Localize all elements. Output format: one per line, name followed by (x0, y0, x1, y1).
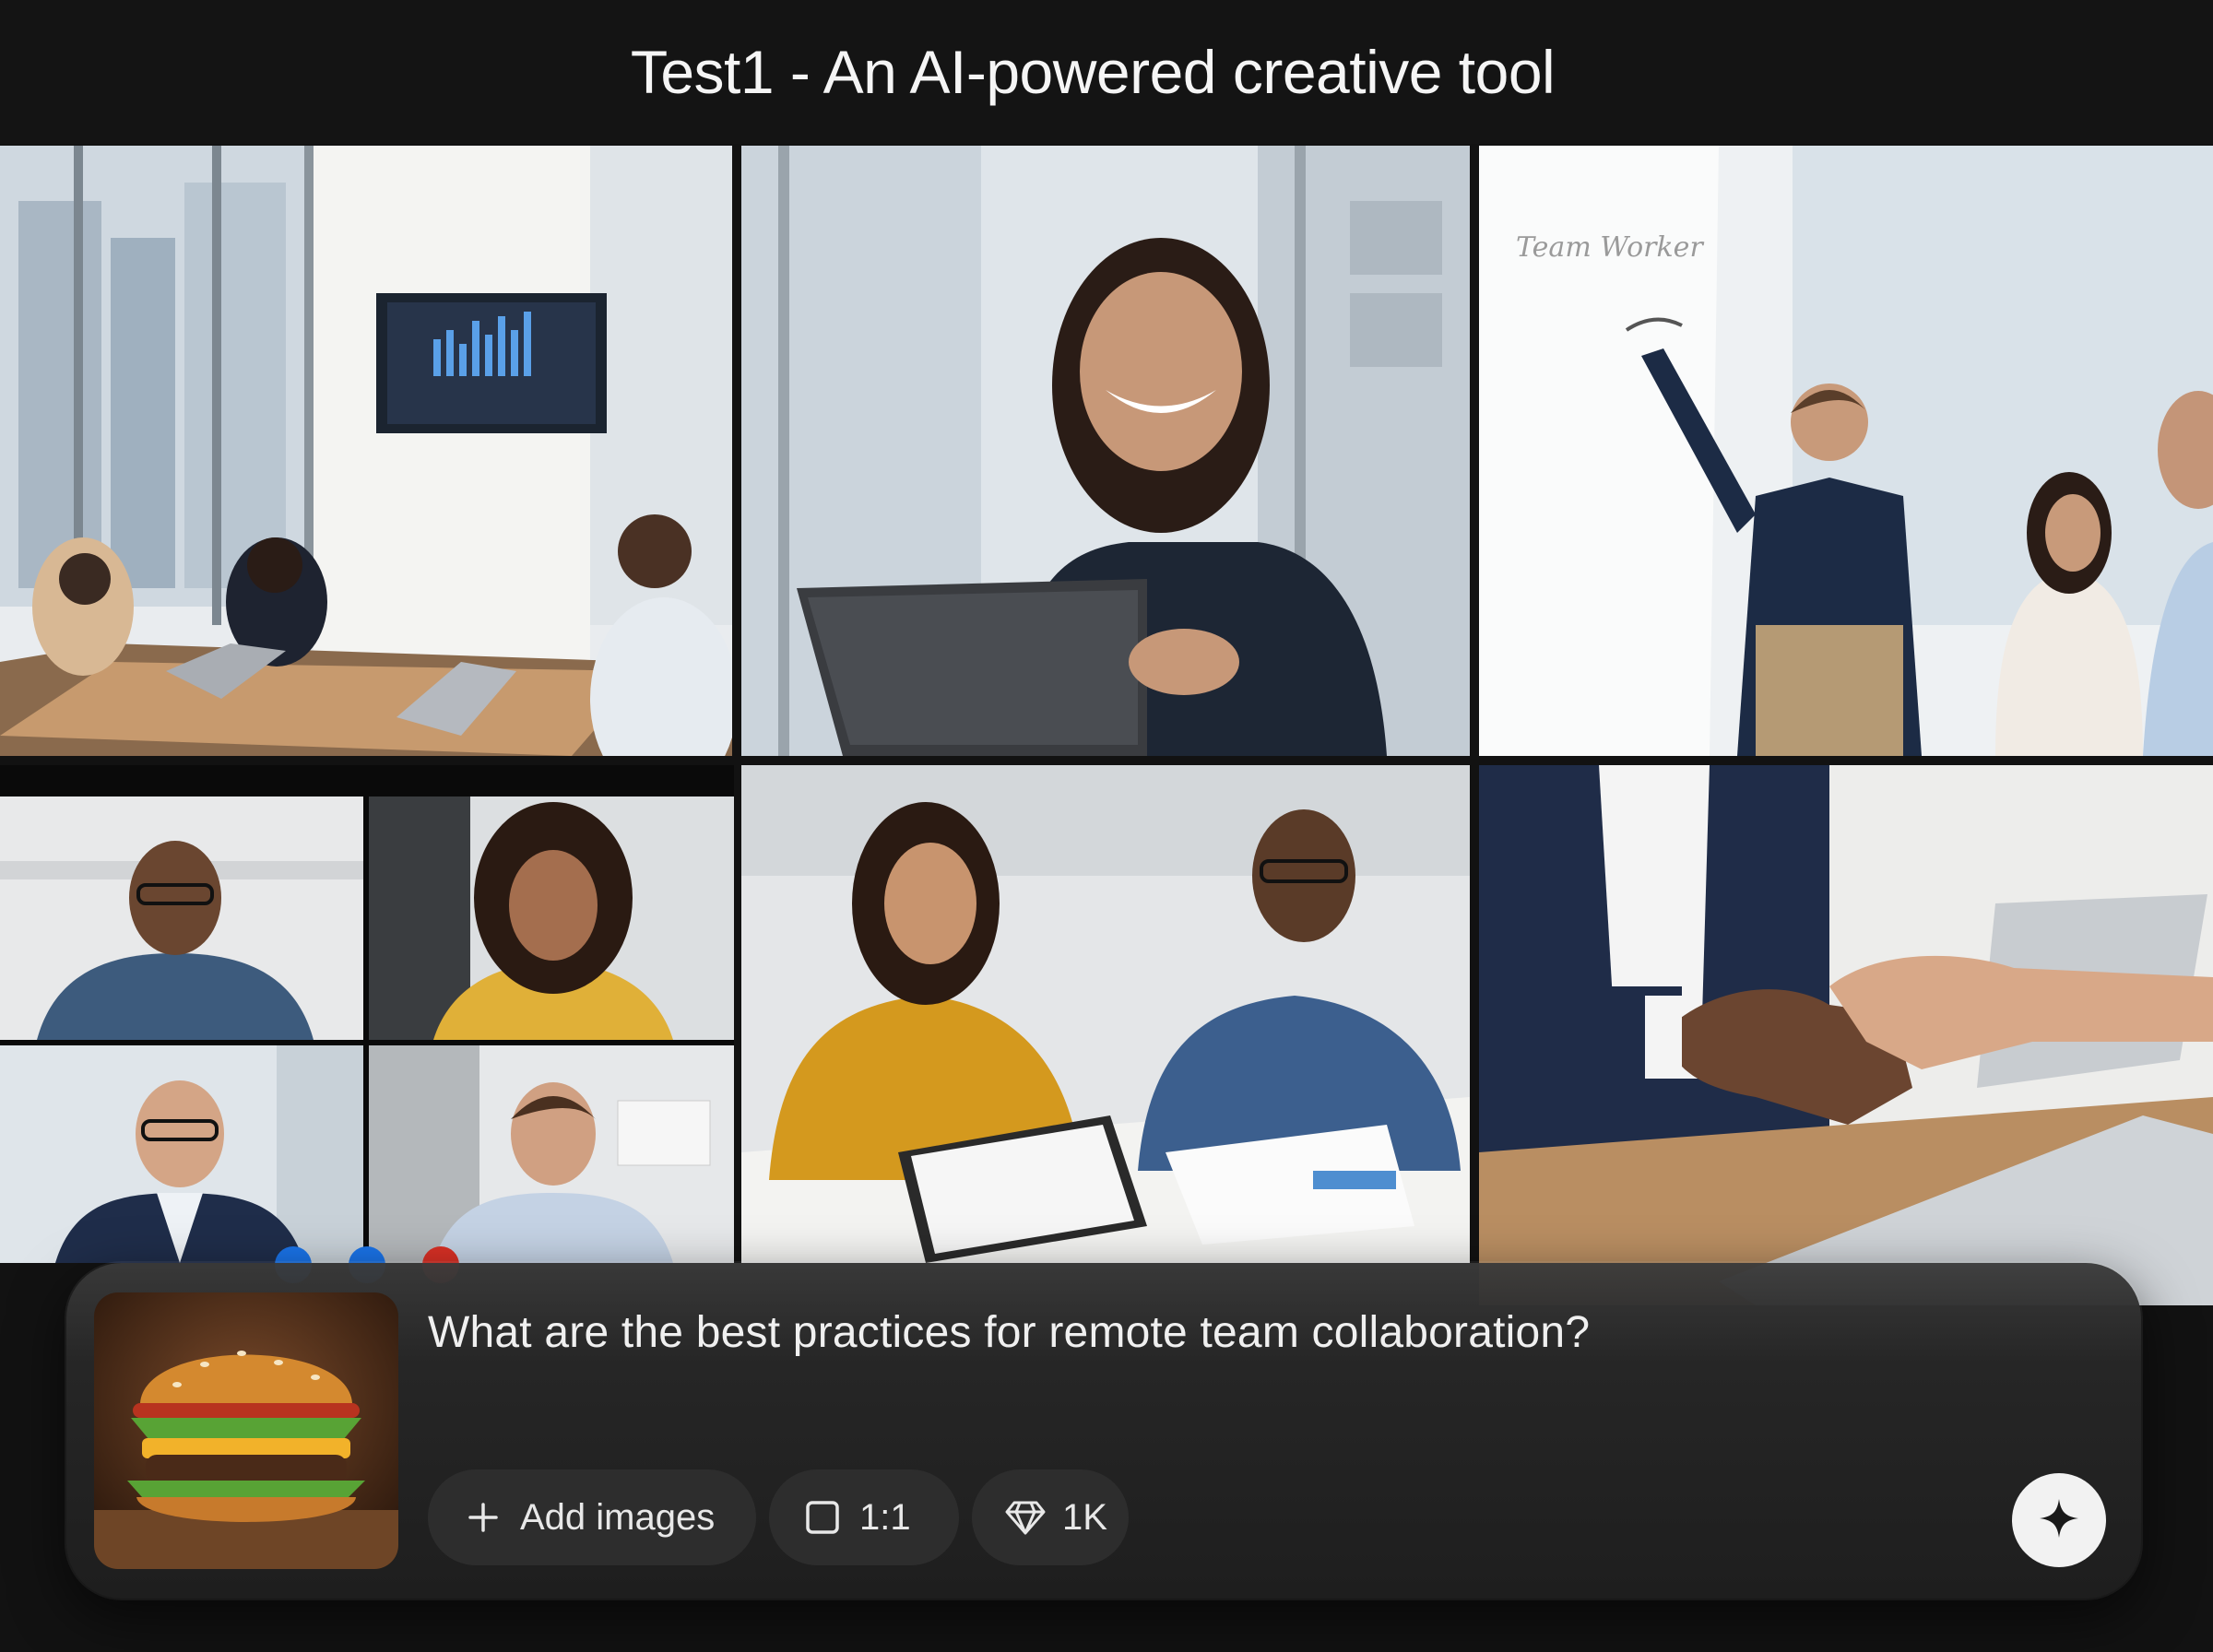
app-title: Test1 - An AI-powered creative tool (630, 38, 1556, 106)
video-participant (0, 796, 363, 1040)
aspect-ratio-button[interactable]: 1:1 (769, 1469, 959, 1565)
gallery-image-handshake[interactable] (1479, 765, 2213, 1305)
prompt-input[interactable]: What are the best practices for remote t… (428, 1307, 1995, 1358)
gallery-image-woman-with-tablet[interactable] (741, 146, 1470, 756)
quality-label: 1K (1062, 1496, 1107, 1538)
gallery-image-office-meeting[interactable] (0, 146, 732, 756)
app-window: Test1 - An AI-powered creative tool Team… (0, 0, 2213, 1652)
diamond-icon (1005, 1497, 1046, 1538)
generate-button[interactable] (2012, 1473, 2106, 1567)
title-bar: Test1 - An AI-powered creative tool (0, 0, 2213, 144)
square-icon (802, 1497, 843, 1538)
add-images-button[interactable]: Add images (428, 1469, 756, 1565)
sparkle-icon (2038, 1497, 2080, 1544)
reference-image-thumbnail[interactable] (94, 1292, 398, 1569)
prompt-panel: What are the best practices for remote t… (66, 1263, 2141, 1599)
video-participant (369, 796, 734, 1040)
gallery-image-designers-sketching[interactable] (741, 765, 1470, 1263)
add-images-label: Add images (520, 1496, 716, 1538)
video-participant (0, 1045, 363, 1263)
video-participant (369, 1045, 734, 1263)
plus-icon (463, 1497, 503, 1538)
svg-text:Team Worker: Team Worker (1516, 231, 1704, 264)
gallery-image-whiteboard-presentation[interactable]: Team Worker (1479, 146, 2213, 756)
aspect-ratio-label: 1:1 (859, 1496, 911, 1538)
gallery-image-video-call[interactable] (0, 765, 734, 1263)
quality-button[interactable]: 1K (972, 1469, 1129, 1565)
prompt-controls: Add images 1:1 1K (428, 1469, 1129, 1565)
